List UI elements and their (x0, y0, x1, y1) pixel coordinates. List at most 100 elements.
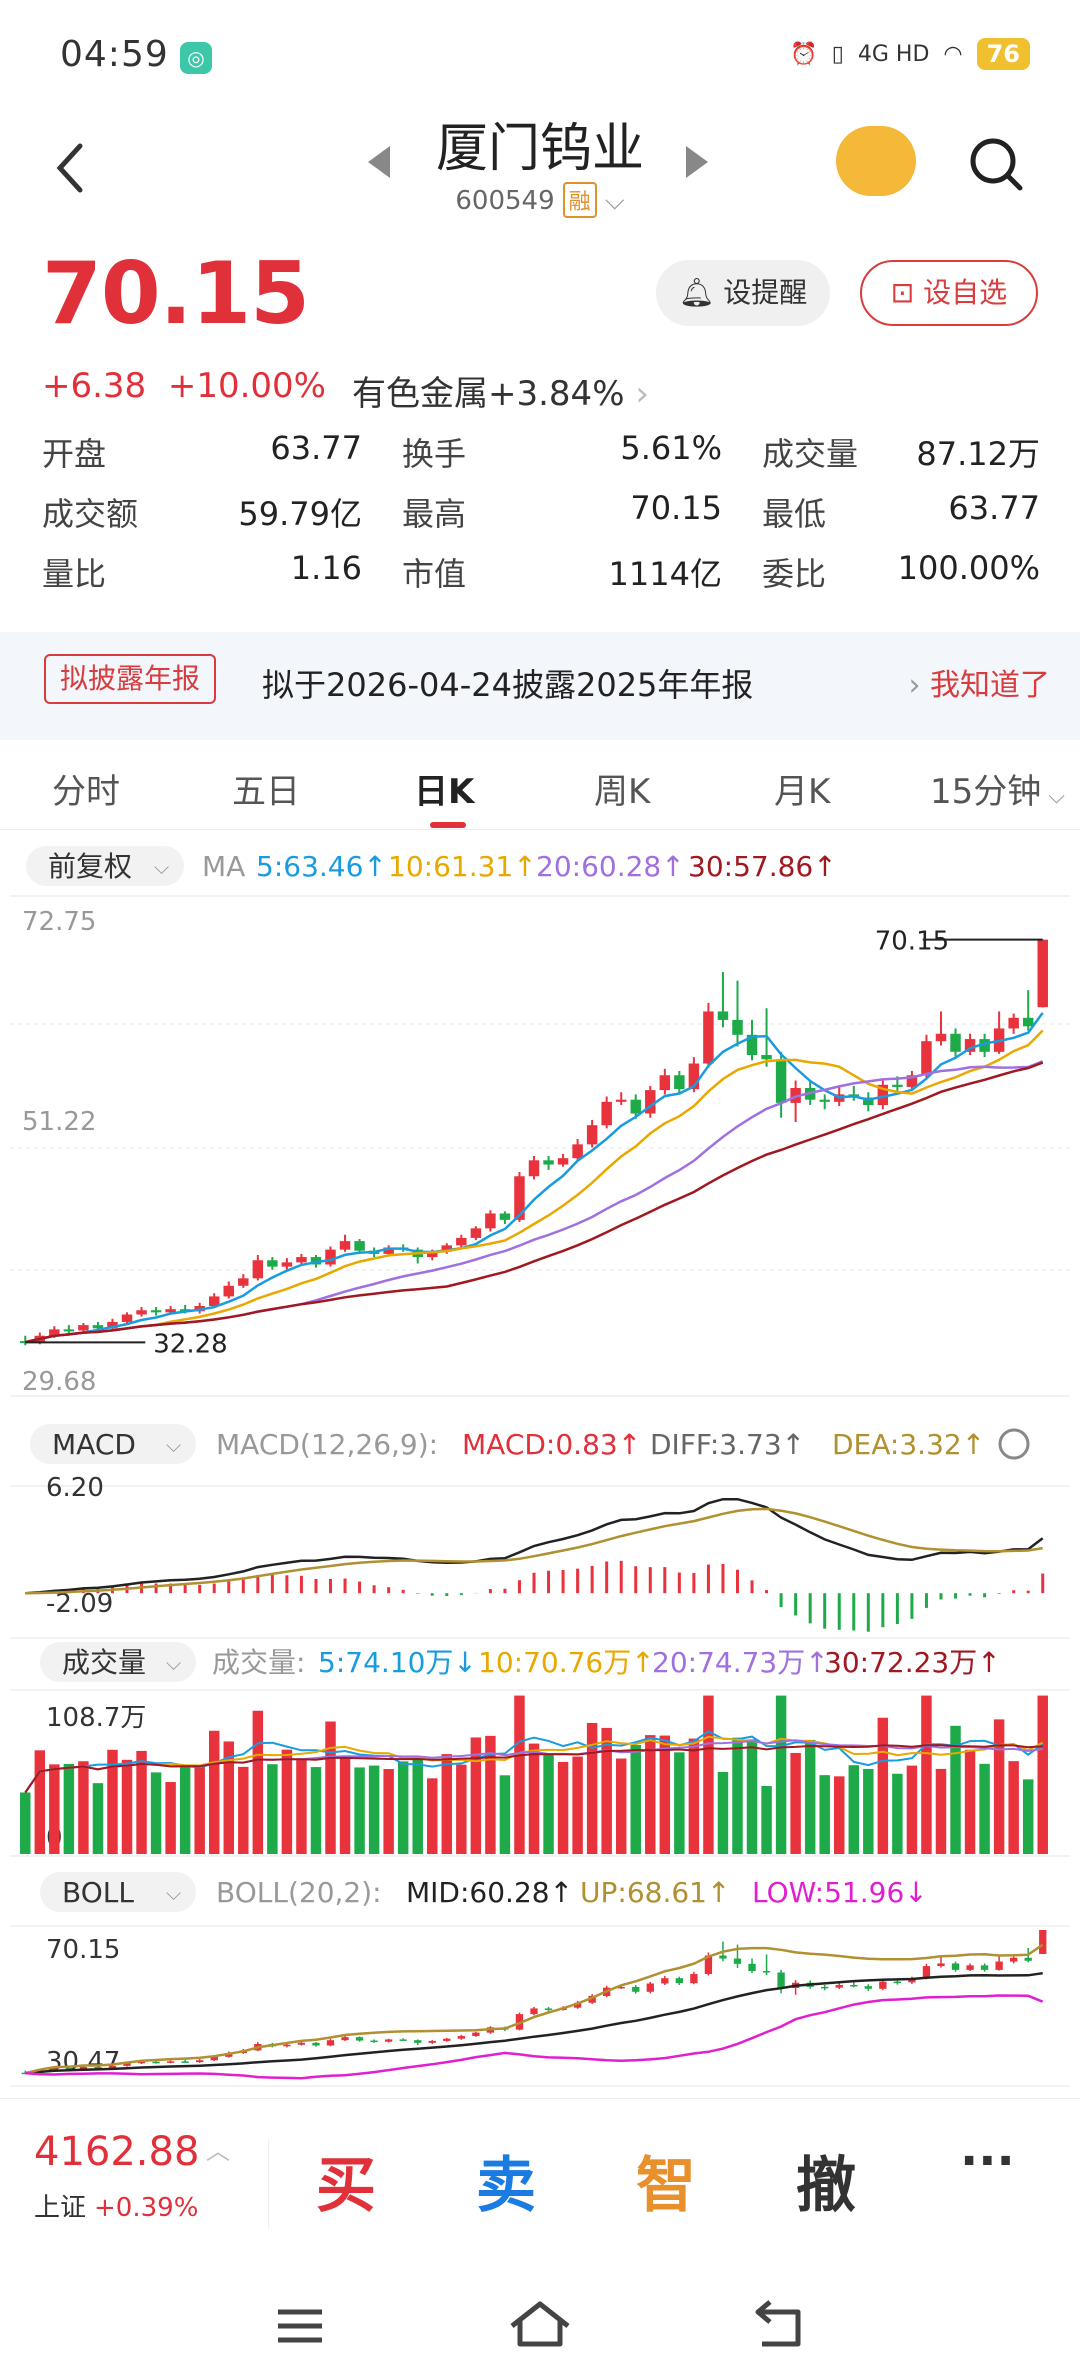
volume-bar (586, 1723, 598, 1854)
sector-link[interactable]: 有色金属+3.84% › (352, 366, 649, 415)
volume-bar (761, 1785, 772, 1854)
stock-header: 厦门钨业 600549 融 ⌵ (0, 100, 1080, 240)
boll-candle-body (864, 1986, 872, 1989)
quote-field: 最低 63.77 (762, 489, 1040, 535)
dismiss-notice-button[interactable]: › 我知道了 (908, 660, 1050, 704)
boll-candle-body (1024, 1957, 1032, 1961)
volume-bar (819, 1775, 830, 1854)
boll-candle-body (530, 2008, 538, 2015)
add-favorite-button[interactable]: ⊡ 设自选 (860, 260, 1038, 326)
high-marker-label: 70.15 (875, 927, 949, 957)
boll-candle-body (457, 2036, 465, 2039)
vibrate-icon: ▯ (831, 41, 844, 67)
tab-daily-k[interactable]: 日K (414, 764, 474, 813)
candle-body (586, 1125, 598, 1145)
boll-candle-body (733, 1958, 742, 1964)
volume-bar (979, 1763, 990, 1854)
buy-button[interactable]: 买 (316, 2137, 376, 2224)
volume-bar (49, 1764, 60, 1854)
volume-bar (165, 1782, 176, 1854)
candle-body (252, 1260, 264, 1279)
chevron-down-icon[interactable]: ⌵ (605, 186, 625, 216)
set-reminder-button[interactable]: 🔔︎ 设提醒 (656, 260, 830, 326)
candle-body (659, 1075, 671, 1091)
back-nav-icon[interactable] (755, 2300, 801, 2347)
quote-field: 成交额 59.79亿 (42, 489, 402, 535)
volume-bar (456, 1764, 467, 1854)
boll-candle-body (646, 1983, 654, 1992)
candle-body (456, 1237, 467, 1246)
next-stock-icon[interactable] (686, 146, 708, 178)
volume-bar (1037, 1695, 1048, 1854)
boll-candle-body (312, 2042, 320, 2046)
boll-candle-body (355, 2037, 364, 2041)
menu-icon[interactable] (278, 2309, 322, 2343)
chevron-down-icon: ⌵ (166, 1433, 181, 1457)
quote-field: 最高 70.15 (402, 489, 762, 535)
boll-candle-body (196, 2060, 204, 2063)
tab-weekly-k[interactable]: 周K (594, 764, 650, 813)
volume-bar (78, 1761, 89, 1854)
tab-monthly-k[interactable]: 月K (774, 764, 830, 813)
index-label: 上证 (34, 2193, 87, 2223)
candle-body (339, 1241, 351, 1250)
mascot-icon[interactable] (836, 126, 916, 196)
divider (268, 2139, 269, 2229)
ma-prefix: MA (202, 850, 245, 883)
kline-chart[interactable]: 前复权 ⌵ MA 5:63.46↑ 10:61.31↑ 20:60.28↑ 30:57.86… (0, 830, 1080, 2094)
cancel-order-button[interactable]: 撤 (796, 2137, 856, 2224)
candle-body (514, 1176, 525, 1220)
volume-bar (746, 1739, 758, 1854)
more-button[interactable]: ··· (960, 2133, 1015, 2189)
volume-bar (572, 1756, 583, 1854)
quote-field-label: 换手 (402, 435, 467, 473)
search-icon[interactable] (966, 134, 1026, 194)
smart-button[interactable]: 智 (636, 2137, 696, 2224)
volume-bar (34, 1750, 46, 1854)
volume-bar (703, 1695, 714, 1854)
ma20-value: 20:60.28↑ (536, 850, 685, 883)
quote-field-value: 63.77 (270, 429, 362, 467)
tab-15min[interactable]: 15分钟 ⌵ (930, 764, 1065, 813)
candle-body (732, 1019, 743, 1035)
diff-value: DIFF:3.73↑ (650, 1428, 805, 1461)
tab-intraday[interactable]: 分时 (52, 764, 120, 813)
quote-field-label: 开盘 (42, 435, 107, 473)
set-reminder-label: 设提醒 (723, 276, 808, 309)
quote-field: 成交量 87.12万 (762, 429, 1040, 475)
boll-candle-body (995, 1961, 1003, 1970)
volume-bar (499, 1775, 511, 1854)
quote-field-label: 委比 (762, 555, 827, 593)
volume-bar (514, 1695, 525, 1854)
boll-candle-body (748, 1963, 756, 1972)
candle-body (819, 1099, 830, 1102)
kline-ymid-label: 51.22 (22, 1107, 96, 1137)
tab-five-day[interactable]: 五日 (232, 764, 300, 813)
alarm-icon: ⏰ (790, 41, 818, 67)
boll-candle-body (428, 2040, 436, 2043)
chat-icon: ⊡ (890, 276, 915, 309)
bell-icon: 🔔︎ (678, 276, 715, 309)
boll-candle-body (283, 2044, 291, 2047)
volume-bar (136, 1750, 147, 1854)
dea-value: DEA:3.32↑ (832, 1428, 985, 1461)
volume-bar (615, 1758, 627, 1854)
volume-bar (804, 1739, 816, 1854)
volume-bar (732, 1737, 743, 1854)
volume-bar (441, 1754, 453, 1854)
sell-button[interactable]: 卖 (476, 2137, 536, 2224)
index-value[interactable]: 4162.88 (34, 2129, 199, 2175)
candle-body (615, 1099, 627, 1102)
price-change: +6.38 +10.00% (42, 366, 326, 406)
volume-bar (179, 1764, 191, 1854)
boll-selector: BOLL (62, 1876, 134, 1909)
status-time: 04:59 (60, 34, 169, 75)
candle-body (630, 1099, 641, 1114)
stock-code: 600549 (455, 186, 555, 216)
candle-body (717, 1011, 729, 1020)
ma10-line (25, 1029, 1044, 1344)
settings-icon[interactable] (998, 1428, 1030, 1460)
home-icon[interactable] (510, 2301, 570, 2347)
volume-bar (848, 1765, 860, 1854)
quote-field-label: 市值 (402, 555, 467, 593)
